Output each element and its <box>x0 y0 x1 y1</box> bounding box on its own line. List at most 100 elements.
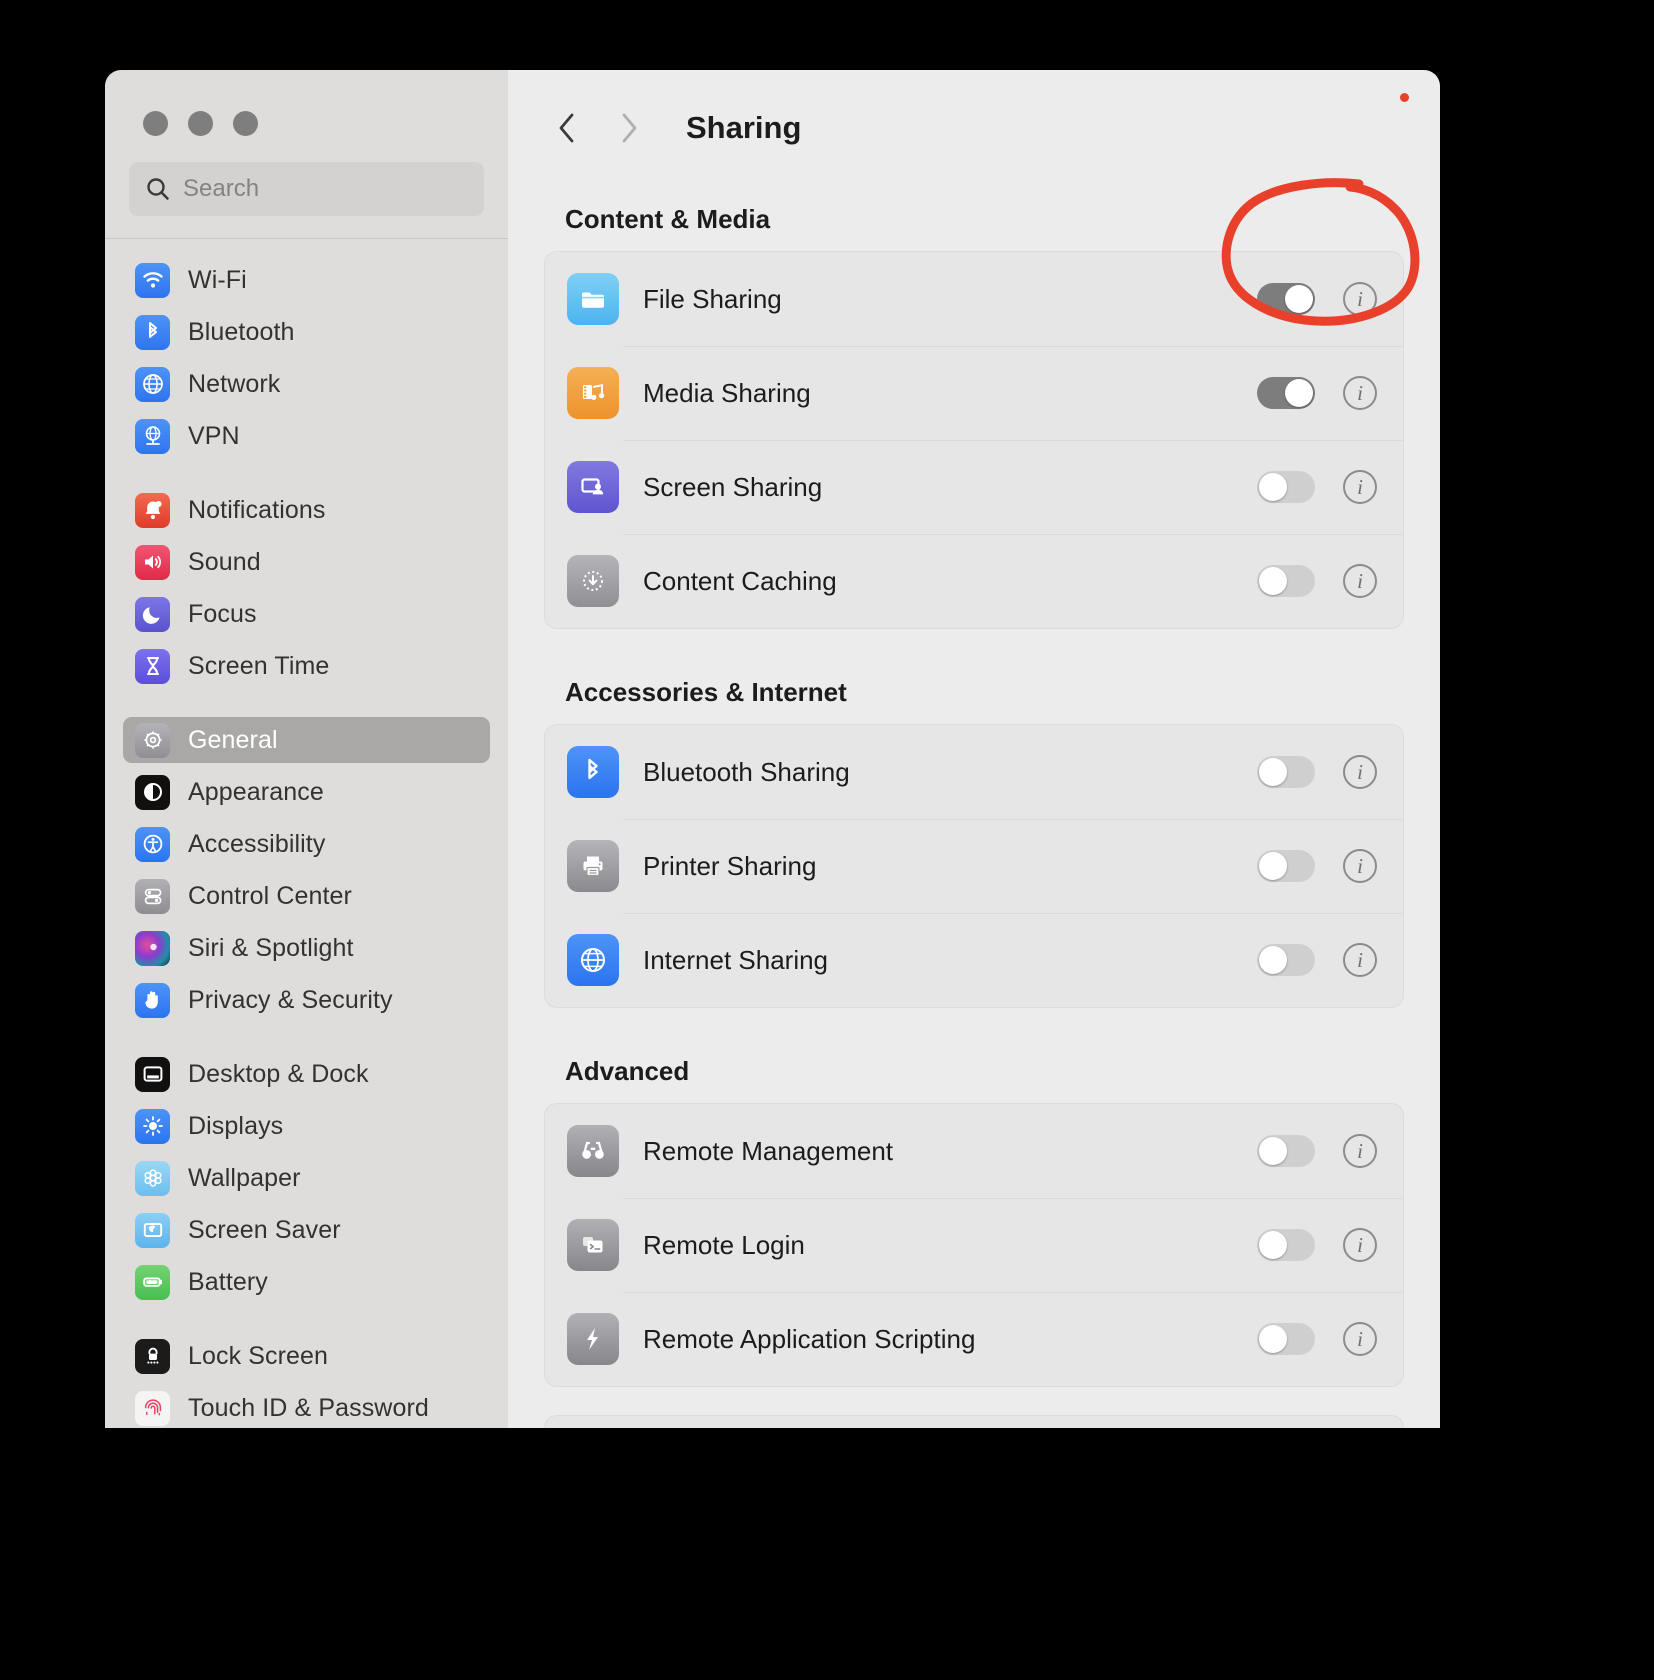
toggle-internet-sharing[interactable] <box>1257 944 1315 976</box>
row-screen-sharing[interactable]: Screen Sharing i <box>545 440 1403 534</box>
appearance-icon <box>135 774 170 810</box>
screen: Search Wi-Fi Bluetooth Network VPN Notif… <box>0 0 1654 1680</box>
info-button-remote-login[interactable]: i <box>1343 1228 1377 1262</box>
info-button-media-sharing[interactable]: i <box>1343 376 1377 410</box>
row-label: Printer Sharing <box>643 850 817 881</box>
toggle-remote-login[interactable] <box>1257 1229 1315 1261</box>
info-button-screen-sharing[interactable]: i <box>1343 470 1377 504</box>
sidebar-item-screen-saver[interactable]: Screen Saver <box>123 1207 490 1253</box>
sidebar-item-screen-time[interactable]: Screen Time <box>123 643 490 689</box>
toggle-media-sharing[interactable] <box>1257 377 1315 409</box>
brightness-icon <box>135 1108 170 1144</box>
toggle-screen-sharing[interactable] <box>1257 471 1315 503</box>
folder-icon <box>567 273 619 325</box>
row-local-hostname[interactable]: Local hostname James-MacBook-Pro.local <box>544 1415 1404 1428</box>
toggle-bluetooth-sharing[interactable] <box>1257 756 1315 788</box>
row-internet-sharing[interactable]: Internet Sharing i <box>545 913 1403 1007</box>
info-button-content-caching[interactable]: i <box>1343 564 1377 598</box>
info-button-remote-management[interactable]: i <box>1343 1134 1377 1168</box>
hourglass-icon <box>135 648 170 684</box>
sidebar-item-label: Touch ID & Password <box>188 1393 429 1422</box>
sidebar-item-sound[interactable]: Sound <box>123 539 490 585</box>
fingerprint-icon <box>135 1390 170 1426</box>
sidebar-item-desktop-dock[interactable]: Desktop & Dock <box>123 1051 490 1097</box>
hand-icon <box>135 982 170 1018</box>
sidebar-item-control-center[interactable]: Control Center <box>123 873 490 919</box>
sidebar-item-appearance[interactable]: Appearance <box>123 769 490 815</box>
row-content-caching[interactable]: Content Caching i <box>545 534 1403 628</box>
toggle-content-caching[interactable] <box>1257 565 1315 597</box>
wallpaper-icon <box>135 1160 170 1196</box>
sidebar-item-label: Notifications <box>188 495 326 524</box>
desktop-dock-icon <box>135 1056 170 1092</box>
row-label: Internet Sharing <box>643 944 829 975</box>
toggle-file-sharing[interactable] <box>1257 283 1315 315</box>
info-button-file-sharing[interactable]: i <box>1343 282 1377 316</box>
forward-chevron-icon <box>600 100 656 156</box>
row-media-sharing[interactable]: Media Sharing i <box>545 346 1403 440</box>
sidebar-item-touch-id-password[interactable]: Touch ID & Password <box>123 1385 490 1428</box>
back-chevron-icon[interactable] <box>540 100 596 156</box>
row-remote-management[interactable]: Remote Management i <box>545 1104 1403 1198</box>
section-card-content-media: File Sharing i Media Sharing i Screen Sh… <box>544 251 1404 629</box>
sidebar-item-lock-screen[interactable]: Lock Screen <box>123 1333 490 1379</box>
sidebar-item-label: Lock Screen <box>188 1341 329 1370</box>
sidebar-item-displays[interactable]: Displays <box>123 1103 490 1149</box>
row-bluetooth-sharing[interactable]: Bluetooth Sharing i <box>545 725 1403 819</box>
sidebar-item-label: Displays <box>188 1111 284 1140</box>
sidebar-group-network: Wi-Fi Bluetooth Network VPN <box>123 257 490 459</box>
navigation-bar: Sharing <box>508 70 1440 156</box>
screen-saver-icon <box>135 1212 170 1248</box>
printer-icon <box>567 840 619 892</box>
sidebar-item-wi-fi[interactable]: Wi-Fi <box>123 257 490 303</box>
vpn-globe-icon <box>135 418 170 454</box>
info-button-printer-sharing[interactable]: i <box>1343 849 1377 883</box>
section-card-advanced: Remote Management i Remote Login i Remot… <box>544 1103 1404 1387</box>
sidebar-item-notifications[interactable]: Notifications <box>123 487 490 533</box>
media-icon <box>567 367 619 419</box>
content-caching-icon <box>567 555 619 607</box>
sidebar-item-focus[interactable]: Focus <box>123 591 490 637</box>
sidebar-item-label: Battery <box>188 1267 268 1296</box>
minimize-button[interactable] <box>188 111 213 136</box>
control-center-icon <box>135 878 170 914</box>
info-button-bluetooth-sharing[interactable]: i <box>1343 755 1377 789</box>
sidebar-item-label: Control Center <box>188 881 352 910</box>
sidebar-group-general: General Appearance Accessibility Control… <box>123 717 490 1023</box>
system-settings-window: Search Wi-Fi Bluetooth Network VPN Notif… <box>105 70 1440 1428</box>
screen-share-icon <box>567 461 619 513</box>
sidebar-group-system: Notifications Sound Focus Screen Time <box>123 487 490 689</box>
row-printer-sharing[interactable]: Printer Sharing i <box>545 819 1403 913</box>
zoom-button[interactable] <box>233 111 258 136</box>
sidebar-item-siri-spotlight[interactable]: Siri & Spotlight <box>123 925 490 971</box>
recording-indicator-dot <box>1400 93 1409 102</box>
info-button-internet-sharing[interactable]: i <box>1343 943 1377 977</box>
bluetooth-icon <box>567 746 619 798</box>
wifi-icon <box>135 262 170 298</box>
sidebar-item-accessibility[interactable]: Accessibility <box>123 821 490 867</box>
toggle-remote-application-scripting[interactable] <box>1257 1323 1315 1355</box>
search-input[interactable]: Search <box>129 162 484 216</box>
toggle-printer-sharing[interactable] <box>1257 850 1315 882</box>
sidebar-item-network[interactable]: Network <box>123 361 490 407</box>
row-label: Remote Management <box>643 1135 894 1166</box>
info-button-remote-application-scripting[interactable]: i <box>1343 1322 1377 1356</box>
sidebar-list[interactable]: Wi-Fi Bluetooth Network VPN Notification… <box>105 239 508 1428</box>
row-file-sharing[interactable]: File Sharing i <box>545 252 1403 346</box>
sidebar-item-general[interactable]: General <box>123 717 490 763</box>
row-remote-application-scripting[interactable]: Remote Application Scripting i <box>545 1292 1403 1386</box>
row-remote-login[interactable]: Remote Login i <box>545 1198 1403 1292</box>
toggle-remote-management[interactable] <box>1257 1135 1315 1167</box>
sidebar-item-bluetooth[interactable]: Bluetooth <box>123 309 490 355</box>
sidebar-item-vpn[interactable]: VPN <box>123 413 490 459</box>
search-container: Search <box>105 136 508 216</box>
sidebar-group-display: Desktop & Dock Displays Wallpaper Screen… <box>123 1051 490 1305</box>
row-label: Media Sharing <box>643 377 811 408</box>
close-button[interactable] <box>143 111 168 136</box>
sidebar-item-privacy-security[interactable]: Privacy & Security <box>123 977 490 1023</box>
sidebar-item-wallpaper[interactable]: Wallpaper <box>123 1155 490 1201</box>
moon-icon <box>135 596 170 632</box>
page-title: Sharing <box>686 110 802 145</box>
sidebar-item-battery[interactable]: Battery <box>123 1259 490 1305</box>
search-icon <box>145 176 171 202</box>
